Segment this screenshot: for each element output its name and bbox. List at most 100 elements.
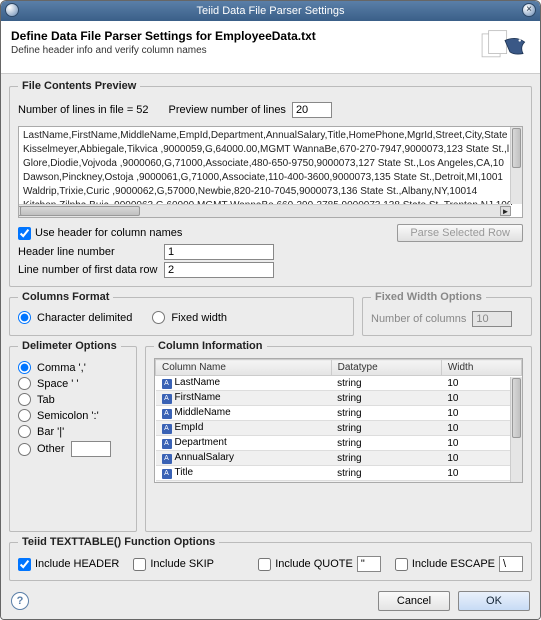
- preview-text-box: LastName,FirstName,MiddleName,EmpId,Depa…: [18, 126, 523, 218]
- scroll-right-icon[interactable]: ►: [500, 206, 511, 216]
- header-line-input[interactable]: [164, 244, 274, 260]
- preview-vertical-scrollbar[interactable]: [510, 127, 522, 204]
- table-row[interactable]: ATitlestring10: [156, 466, 522, 481]
- fixed-width-options-group: Fixed Width Options Number of columns: [362, 291, 532, 336]
- quote-char-input[interactable]: [357, 556, 381, 572]
- escape-char-input[interactable]: [499, 556, 523, 572]
- table-cell[interactable]: string: [331, 391, 441, 406]
- table-cell[interactable]: AAnnualSalary: [156, 451, 332, 466]
- delim-semicolon-radio[interactable]: [18, 409, 31, 422]
- delim-bar-radio[interactable]: [18, 425, 31, 438]
- lines-in-file-label: Number of lines in file = 52: [18, 104, 149, 116]
- first-data-row-label: Line number of first data row: [18, 264, 158, 276]
- table-cell[interactable]: ADepartment: [156, 436, 332, 451]
- delim-other-label: Other: [37, 443, 65, 455]
- column-header[interactable]: Width: [441, 360, 521, 376]
- preview-lines-label: Preview number of lines: [169, 104, 286, 116]
- delimiter-options-group: Delimeter Options Comma ',' Space ' ' Ta…: [9, 340, 137, 532]
- table-row[interactable]: ALastNamestring10: [156, 376, 522, 391]
- num-columns-label: Number of columns: [371, 313, 466, 325]
- delim-tab-label: Tab: [37, 394, 55, 406]
- table-cell[interactable]: string: [331, 466, 441, 481]
- delimiter-options-legend: Delimeter Options: [18, 340, 121, 352]
- table-row[interactable]: ADepartmentstring10: [156, 436, 522, 451]
- delim-comma-label: Comma ',': [37, 362, 86, 374]
- preview-line[interactable]: Dawson,Pinckney,Ostoja ,9000061,G,71000,…: [23, 171, 518, 185]
- delim-space-radio[interactable]: [18, 377, 31, 390]
- column-type-icon: A: [162, 409, 172, 419]
- table-cell[interactable]: string: [331, 376, 441, 391]
- texttable-options-group: Teiid TEXTTABLE() Function Options Inclu…: [9, 536, 532, 581]
- include-quote-label: Include QUOTE: [275, 558, 353, 570]
- table-cell[interactable]: ALastName: [156, 376, 332, 391]
- table-cell[interactable]: string: [331, 406, 441, 421]
- fixed-width-options-legend: Fixed Width Options: [371, 291, 486, 303]
- column-header[interactable]: Column Name: [156, 360, 332, 376]
- delim-bar-label: Bar '|': [37, 426, 64, 438]
- preview-line[interactable]: Waldrip,Trixie,Curic ,9000062,G,57000,Ne…: [23, 185, 518, 199]
- column-information-group: Column Information Column NameDatatypeWi…: [145, 340, 532, 532]
- table-row[interactable]: AEmpIdstring10: [156, 421, 522, 436]
- table-row[interactable]: AHomePhonestring10: [156, 481, 522, 484]
- include-skip-label: Include SKIP: [150, 558, 214, 570]
- close-icon[interactable]: ×: [522, 3, 536, 17]
- preview-horizontal-scrollbar[interactable]: ◄ ►: [19, 204, 510, 217]
- column-type-icon: A: [162, 394, 172, 404]
- header-title: Define Data File Parser Settings for Emp…: [11, 29, 316, 43]
- table-cell[interactable]: AHomePhone: [156, 481, 332, 484]
- table-cell[interactable]: string: [331, 436, 441, 451]
- delim-other-radio[interactable]: [18, 443, 31, 456]
- column-info-table[interactable]: Column NameDatatypeWidth ALastNamestring…: [155, 359, 522, 483]
- window-title: Teiid Data File Parser Settings: [197, 5, 345, 17]
- cancel-button[interactable]: Cancel: [378, 591, 450, 611]
- delim-space-label: Space ' ': [37, 378, 79, 390]
- columns-format-group: Columns Format Character delimited Fixed…: [9, 291, 354, 336]
- preview-lines-input[interactable]: [292, 102, 332, 118]
- parse-selected-row-button[interactable]: Parse Selected Row: [397, 224, 523, 242]
- delim-semicolon-label: Semicolon ':': [37, 410, 99, 422]
- table-cell[interactable]: string: [331, 481, 441, 484]
- preview-line[interactable]: Kisselmeyer,Abbiegale,Tikvica ,9000059,G…: [23, 143, 518, 157]
- app-icon: [5, 3, 19, 17]
- file-contents-preview-legend: File Contents Preview: [18, 80, 140, 92]
- file-contents-preview-group: File Contents Preview Number of lines in…: [9, 80, 532, 287]
- table-cell[interactable]: AFirstName: [156, 391, 332, 406]
- table-row[interactable]: AAnnualSalarystring10: [156, 451, 522, 466]
- table-row[interactable]: AFirstNamestring10: [156, 391, 522, 406]
- table-row[interactable]: AMiddleNamestring10: [156, 406, 522, 421]
- delim-other-input[interactable]: [71, 441, 111, 457]
- column-table-scrollbar[interactable]: [510, 377, 522, 482]
- help-icon[interactable]: ?: [11, 592, 29, 610]
- use-header-checkbox[interactable]: [18, 227, 31, 240]
- preview-line[interactable]: Glore,Diodie,Vojvoda ,9000060,G,71000,As…: [23, 157, 518, 171]
- column-type-icon: A: [162, 439, 172, 449]
- table-cell[interactable]: ATitle: [156, 466, 332, 481]
- header-decorative-icon: [480, 29, 530, 65]
- delim-tab-radio[interactable]: [18, 393, 31, 406]
- ok-button[interactable]: OK: [458, 591, 530, 611]
- include-skip-checkbox[interactable]: [133, 558, 146, 571]
- column-information-legend: Column Information: [154, 340, 267, 352]
- column-type-icon: A: [162, 379, 172, 389]
- char-delimited-radio[interactable]: [18, 311, 31, 324]
- char-delimited-label: Character delimited: [37, 312, 132, 324]
- preview-line[interactable]: LastName,FirstName,MiddleName,EmpId,Depa…: [23, 129, 518, 143]
- table-cell[interactable]: string: [331, 451, 441, 466]
- include-escape-label: Include ESCAPE: [412, 558, 495, 570]
- include-header-checkbox[interactable]: [18, 558, 31, 571]
- include-escape-checkbox[interactable]: [395, 558, 408, 571]
- include-quote-checkbox[interactable]: [258, 558, 271, 571]
- first-data-row-input[interactable]: [164, 262, 274, 278]
- texttable-options-legend: Teiid TEXTTABLE() Function Options: [18, 536, 219, 548]
- header-line-label: Header line number: [18, 246, 158, 258]
- fixed-width-radio[interactable]: [152, 311, 165, 324]
- header: Define Data File Parser Settings for Emp…: [1, 21, 540, 74]
- column-header[interactable]: Datatype: [331, 360, 441, 376]
- table-cell[interactable]: AEmpId: [156, 421, 332, 436]
- delim-comma-radio[interactable]: [18, 361, 31, 374]
- table-cell[interactable]: AMiddleName: [156, 406, 332, 421]
- table-cell[interactable]: string: [331, 421, 441, 436]
- use-header-label: Use header for column names: [35, 227, 182, 239]
- include-header-label: Include HEADER: [35, 558, 119, 570]
- columns-format-legend: Columns Format: [18, 291, 113, 303]
